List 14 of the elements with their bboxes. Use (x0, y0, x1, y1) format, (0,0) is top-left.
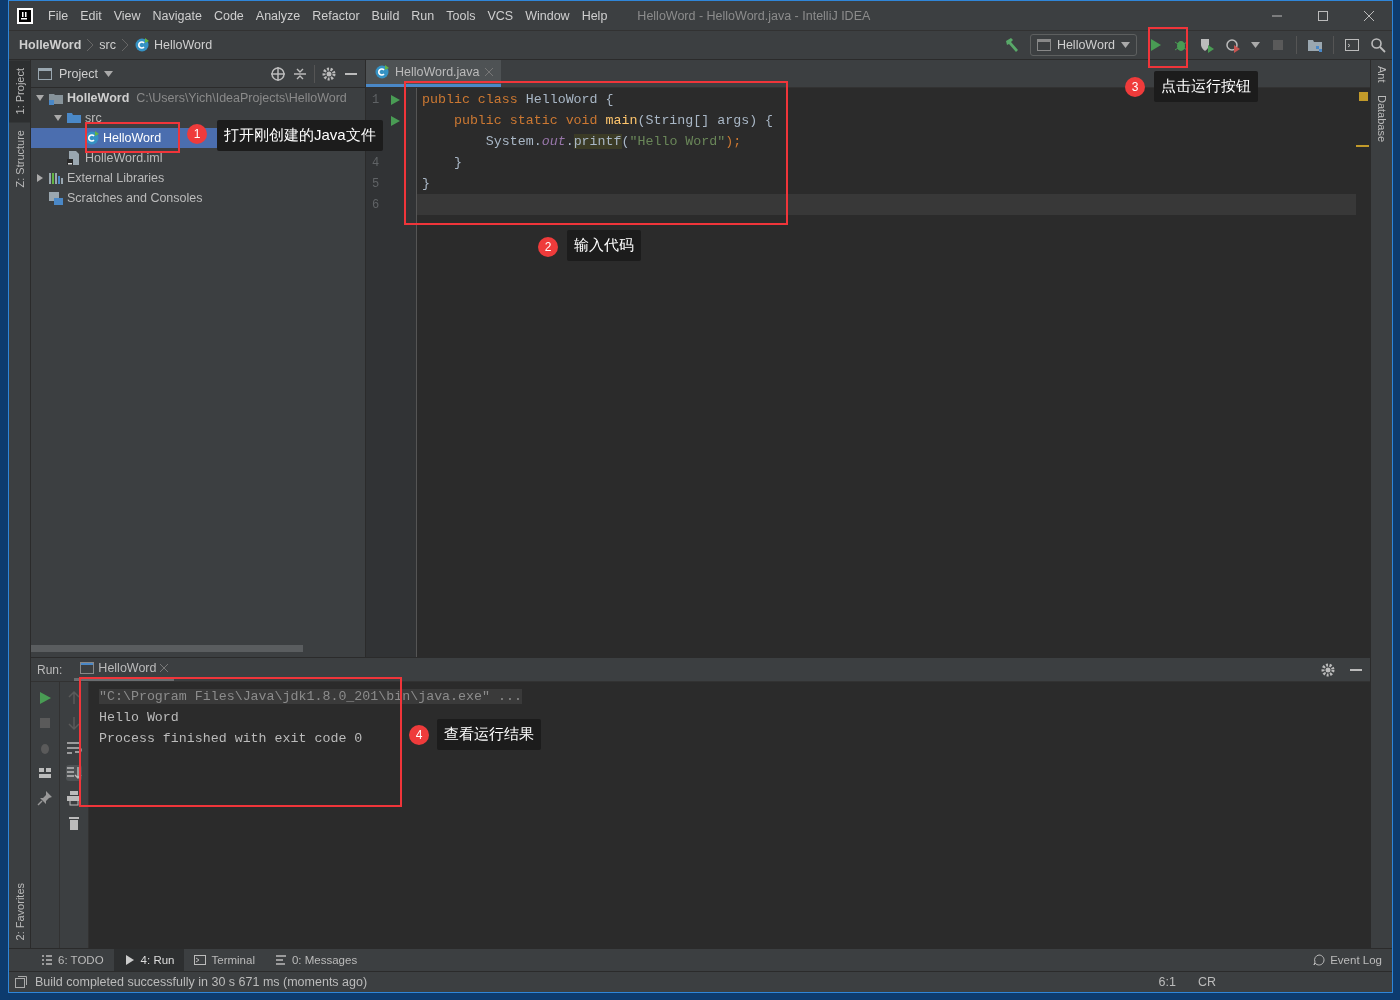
run-label: Run: (37, 662, 63, 677)
code-line: } (422, 176, 430, 191)
status-message: Build completed successfully in 30 s 671 ms (moments ago) (35, 975, 368, 989)
code-line: } (452, 155, 462, 170)
annotation-tooltip: 点击运行按钮 (1154, 71, 1258, 102)
annotation-tooltip: 打开刚创建的Java文件 (217, 120, 383, 151)
code-line: public static void main(String[] args) { (452, 113, 774, 128)
annotation-tooltip: 输入代码 (567, 230, 641, 261)
annotation-tooltip: 查看运行结果 (437, 719, 541, 750)
window-title: HelloWord - HelloWord.java - IntelliJ IDEA (636, 8, 872, 23)
console-line: Process finished with exit code 0 (99, 731, 363, 747)
code-line: System.out.printf("Hello Word"); (484, 134, 742, 149)
code-line: public class HelloWord { (422, 92, 614, 107)
console-line: Hello Word (99, 710, 179, 726)
